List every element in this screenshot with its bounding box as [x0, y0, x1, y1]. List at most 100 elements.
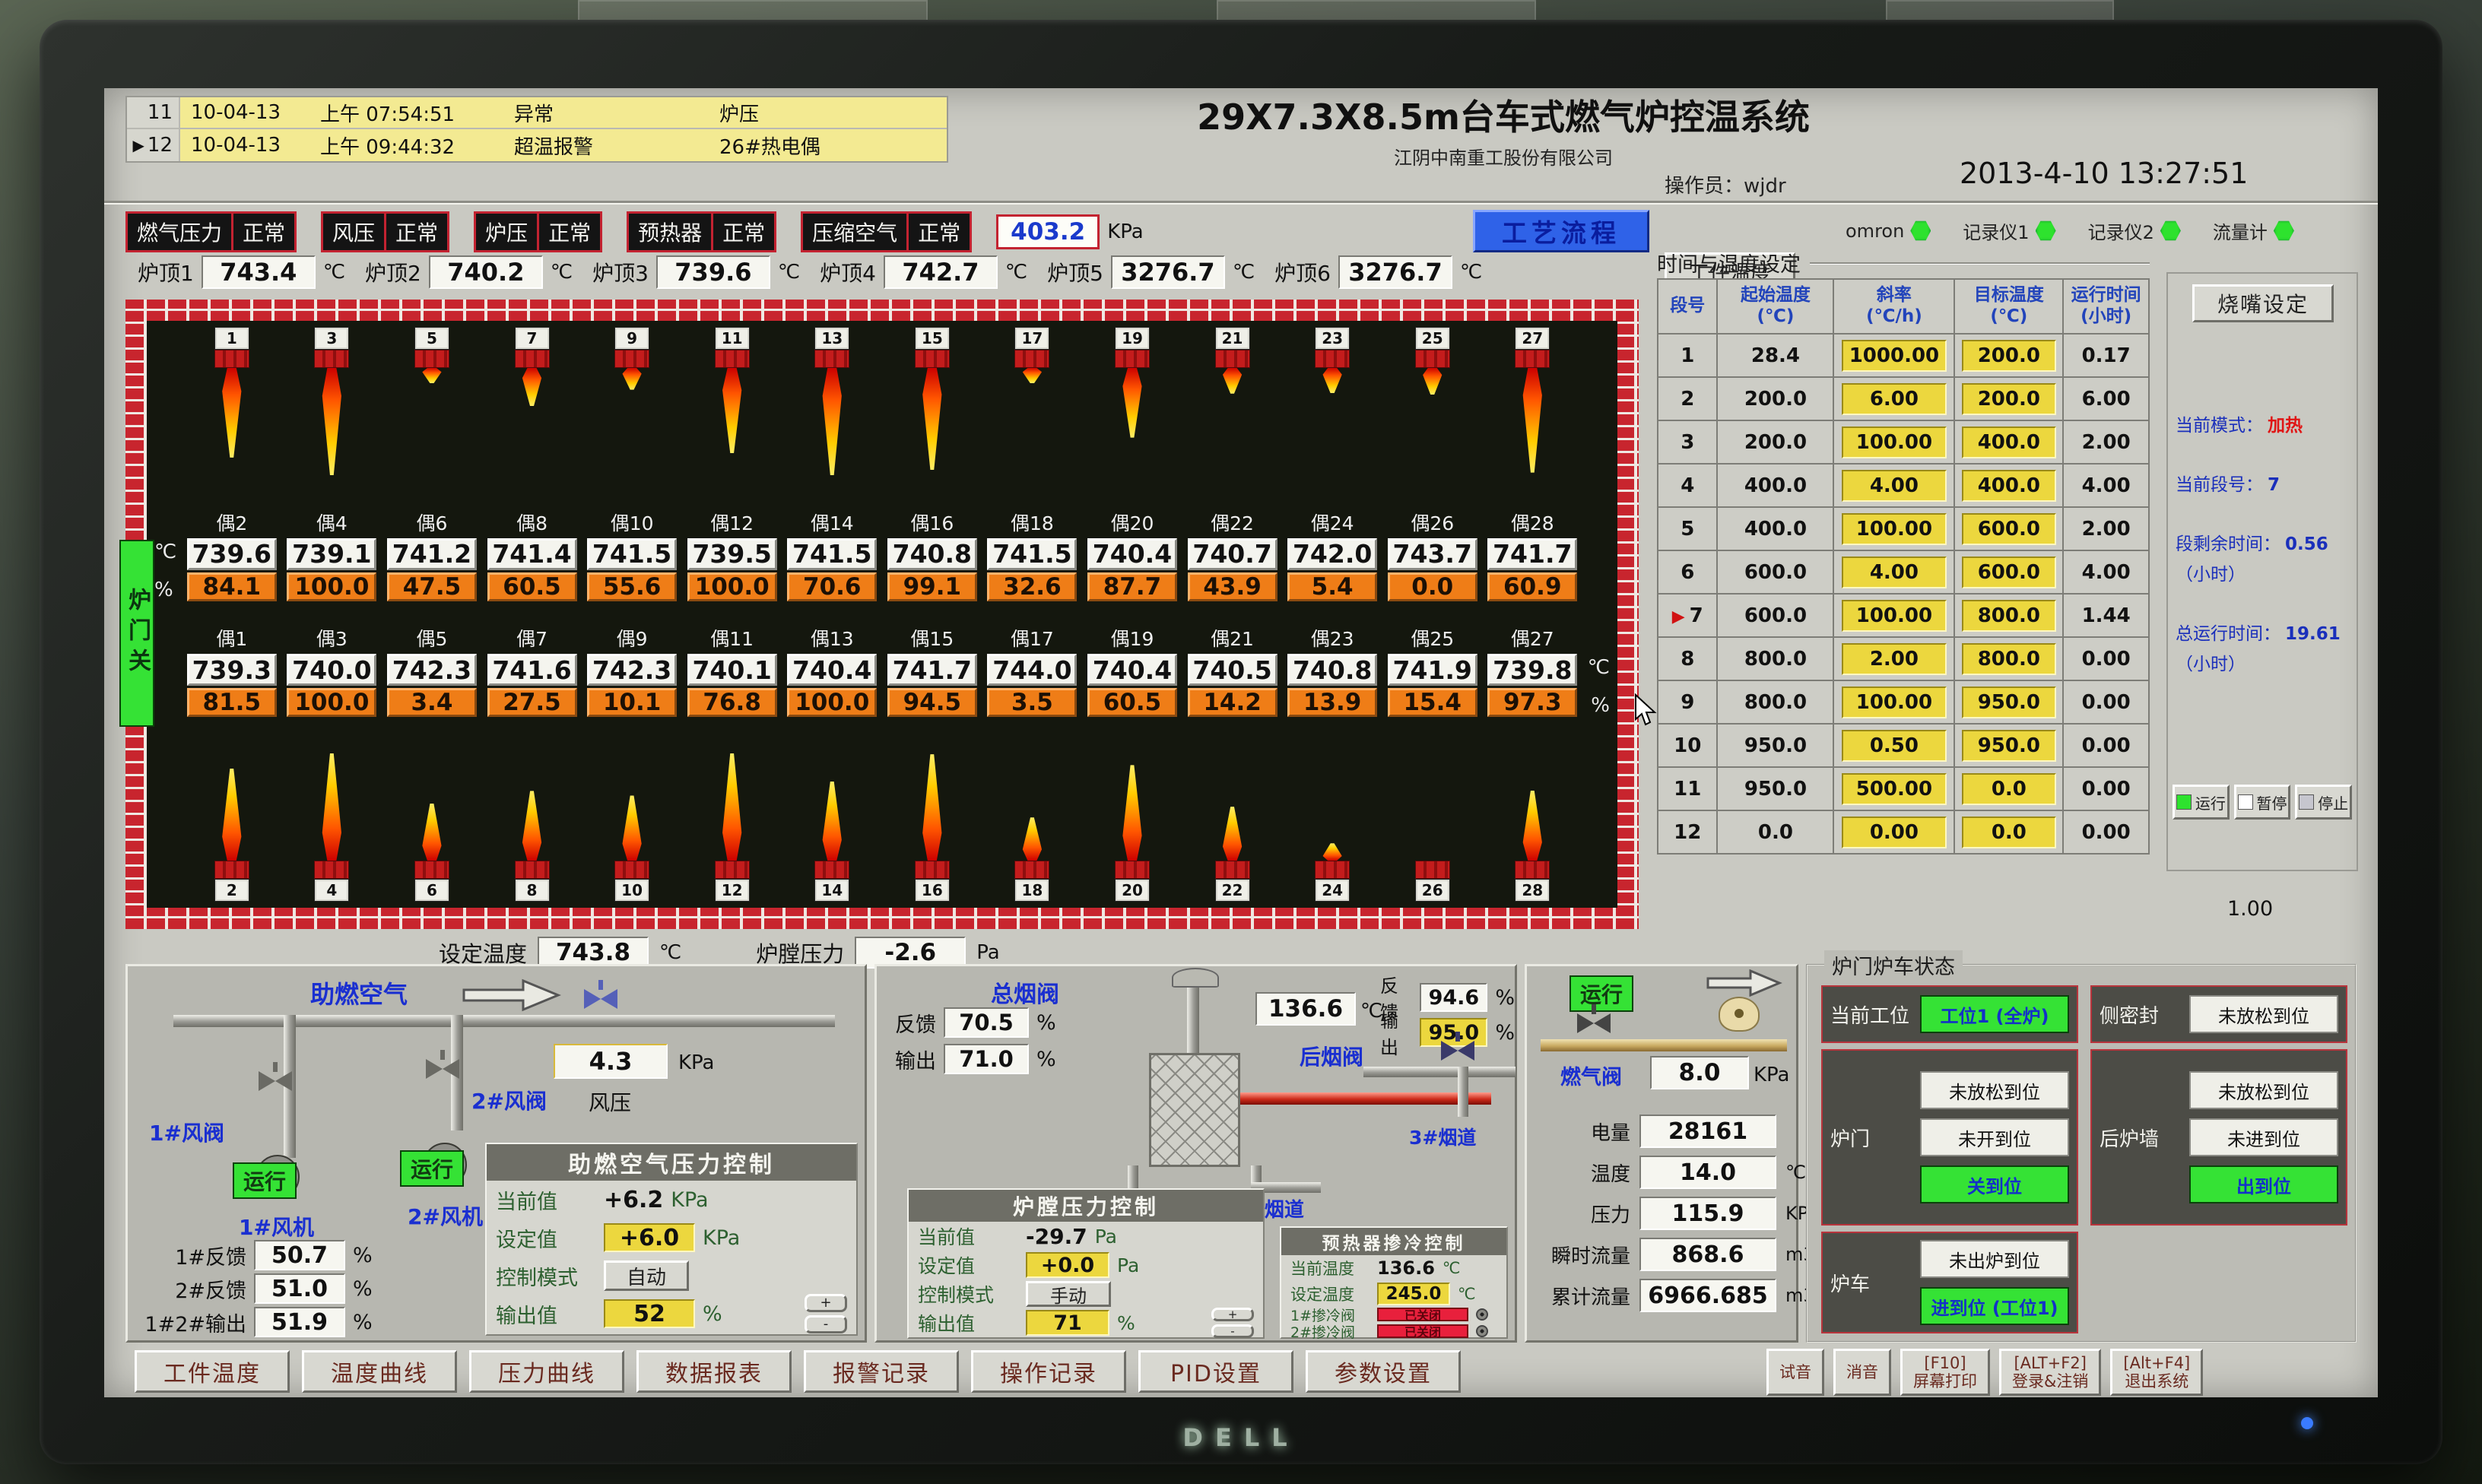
- schedule-cell: 950.0: [1717, 724, 1833, 767]
- nav-button[interactable]: 压力曲线: [469, 1350, 624, 1393]
- flame-icon: [421, 804, 443, 861]
- schedule-setpoint-value[interactable]: 200.0: [1962, 383, 2056, 415]
- flame-icon: [1121, 368, 1144, 438]
- decrement-button[interactable]: -: [805, 1315, 847, 1333]
- schedule-setpoint-value[interactable]: 2.00: [1842, 643, 1947, 675]
- schedule-setpoint-value[interactable]: 0.0: [1962, 773, 2056, 805]
- burner-settings-button[interactable]: 烧嘴设定: [2192, 284, 2334, 322]
- mouse-cursor: [1634, 693, 1662, 727]
- schedule-cell: 1000.00: [1833, 334, 1954, 377]
- pause-button[interactable]: 暂停: [2234, 785, 2291, 820]
- burner: 8: [482, 740, 582, 902]
- green-indicator-light-icon: [1910, 220, 1931, 241]
- operator-info: 操作员：wjdr: [1665, 170, 1786, 198]
- schedule-setpoint-value[interactable]: 800.0: [1962, 600, 2056, 632]
- schedule-cell: 400.0: [1954, 464, 2063, 507]
- nav-button[interactable]: 报警记录: [804, 1350, 959, 1393]
- output-value[interactable]: 71: [1026, 1310, 1109, 1336]
- nav-button[interactable]: 操作记录: [971, 1350, 1126, 1393]
- nav-button[interactable]: 数据报表: [636, 1350, 792, 1393]
- schedule-setpoint-value[interactable]: 4.00: [1842, 470, 1947, 502]
- nav-button[interactable]: 温度曲线: [302, 1350, 457, 1393]
- burner-nozzle-icon: [715, 350, 750, 368]
- schedule-column-header: 目标温度(℃): [1954, 279, 2063, 334]
- schedule-cell: 4.00: [2063, 464, 2149, 507]
- schedule-setpoint-value[interactable]: 600.0: [1962, 513, 2056, 545]
- thermocouple: 偶19740.460.5: [1082, 624, 1182, 717]
- burner: 24: [1282, 740, 1382, 902]
- alarm-row[interactable]: 1110-04-13上午 07:54:51异常炉压: [127, 97, 947, 129]
- air-valve-2-label: 2#风阀: [471, 1085, 547, 1115]
- schedule-setpoint-value[interactable]: 100.00: [1842, 426, 1947, 458]
- thermocouple-temp-value: 742.0: [1287, 538, 1377, 570]
- setpoint-value[interactable]: +6.0: [604, 1223, 695, 1252]
- burner-nozzle-icon: [314, 350, 349, 368]
- process-flow-button[interactable]: 工艺流程: [1473, 210, 1649, 252]
- thermocouple-temp-value: 740.4: [1087, 654, 1177, 686]
- system-button[interactable]: [Alt+F4] 退出系统: [2110, 1349, 2203, 1396]
- burner-nozzle-icon: [1115, 350, 1150, 368]
- thermocouple: 偶26743.70.0: [1382, 509, 1483, 601]
- schedule-setpoint-value[interactable]: 4.00: [1842, 556, 1947, 588]
- schedule-setpoint-value[interactable]: 6.00: [1842, 383, 1947, 415]
- burner-number: 5: [414, 327, 449, 350]
- schedule-setpoint-value[interactable]: 800.0: [1962, 643, 2056, 675]
- burner-nozzle-icon: [1515, 350, 1550, 368]
- schedule-setpoint-value[interactable]: 400.0: [1962, 470, 2056, 502]
- output-value[interactable]: 52: [604, 1299, 695, 1328]
- schedule-setpoint-value[interactable]: 600.0: [1962, 556, 2056, 588]
- status-badges: 燃气压力正常风压正常炉压正常预热器正常压缩空气正常: [125, 211, 972, 252]
- schedule-setpoint-value[interactable]: 0.00: [1842, 817, 1947, 848]
- flue-temp-unit: ℃: [1360, 1000, 1382, 1023]
- schedule-setpoint-value[interactable]: 1000.00: [1842, 340, 1947, 372]
- nav-button[interactable]: 工件温度: [135, 1350, 290, 1393]
- thermocouple-output-value: 84.1: [187, 572, 277, 601]
- flame-icon: [921, 754, 944, 861]
- burner-number: 11: [715, 327, 750, 350]
- title-block: 29X7.3X8.5m台车式燃气炉控温系统 江阴中南重工股份有限公司: [956, 90, 2051, 170]
- setpoint-value[interactable]: +0.0: [1026, 1252, 1109, 1278]
- flame-icon: [221, 368, 243, 458]
- rear-flue-valve-label: 后烟阀: [1300, 1041, 1363, 1071]
- decrement-button[interactable]: -: [1211, 1324, 1254, 1338]
- thermocouple-output-value: 100.0: [787, 688, 877, 717]
- set-temp-value[interactable]: 245.0: [1377, 1283, 1450, 1305]
- schedule-cell: 400.0: [1717, 464, 1833, 507]
- stop-button[interactable]: 停止: [2295, 785, 2352, 820]
- burner: 27: [1483, 327, 1583, 485]
- schedule-setpoint-value[interactable]: 950.0: [1962, 687, 2056, 718]
- alarm-row[interactable]: ▶1210-04-13上午 09:44:32超温报警26#热电偶: [127, 129, 947, 161]
- nav-button[interactable]: 参数设置: [1306, 1350, 1461, 1393]
- schedule-setpoint-value[interactable]: 100.00: [1842, 687, 1947, 718]
- system-button[interactable]: [F10] 屏幕打印: [1900, 1349, 1990, 1396]
- door-state-indicator: 未开到位: [1920, 1118, 2069, 1156]
- alarm-date: 10-04-13: [180, 97, 309, 128]
- schedule-cell: 950.0: [1954, 680, 2063, 724]
- schedule-setpoint-value[interactable]: 0.0: [1962, 817, 2056, 848]
- mode-toggle-button[interactable]: 自动: [604, 1260, 689, 1291]
- schedule-setpoint-value[interactable]: 400.0: [1962, 426, 2056, 458]
- thermocouple-temp-value: 740.7: [1188, 538, 1278, 570]
- schedule-setpoint-value[interactable]: 950.0: [1962, 730, 2056, 762]
- percent-unit: %: [353, 1311, 373, 1334]
- fan-2-label: 2#风机: [408, 1200, 483, 1231]
- run-button[interactable]: 运行: [2173, 785, 2230, 820]
- increment-button[interactable]: +: [1211, 1308, 1254, 1321]
- alarm-time: 上午 07:54:51: [309, 97, 503, 128]
- system-button[interactable]: 试音: [1766, 1349, 1824, 1396]
- thermocouple: 偶25741.915.4: [1382, 624, 1483, 717]
- cold-valve-1-state: 已关闭: [1377, 1308, 1468, 1321]
- thermocouple-temp-value: 741.7: [887, 654, 977, 686]
- nav-button[interactable]: PID设置: [1138, 1350, 1293, 1393]
- increment-button[interactable]: +: [805, 1294, 847, 1312]
- flow-arrow-icon: [462, 978, 561, 1012]
- schedule-setpoint-value[interactable]: 0.50: [1842, 730, 1947, 762]
- schedule-setpoint-value[interactable]: 100.00: [1842, 513, 1947, 545]
- schedule-setpoint-value[interactable]: 500.00: [1842, 773, 1947, 805]
- schedule-setpoint-value[interactable]: 200.0: [1962, 340, 2056, 372]
- valve-dial-icon: [1476, 1308, 1488, 1321]
- mode-toggle-button[interactable]: 手动: [1026, 1281, 1111, 1307]
- schedule-setpoint-value[interactable]: 100.00: [1842, 600, 1947, 632]
- system-button[interactable]: 消音: [1833, 1349, 1891, 1396]
- system-button[interactable]: [ALT+F2] 登录&注销: [1999, 1349, 2101, 1396]
